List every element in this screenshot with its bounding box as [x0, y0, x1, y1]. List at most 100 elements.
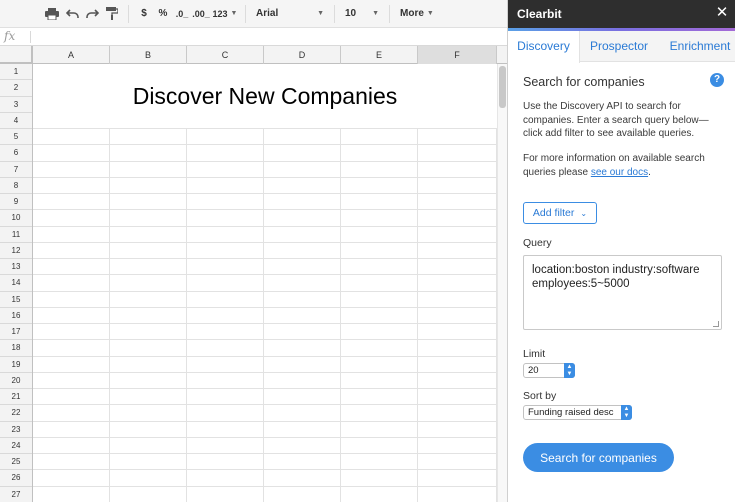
limit-select[interactable]: 20 ▲ ▼: [523, 363, 575, 378]
column-header[interactable]: E: [341, 46, 418, 64]
query-label: Query: [523, 237, 552, 249]
row-header[interactable]: 4: [0, 113, 32, 129]
column-header[interactable]: A: [33, 46, 110, 64]
select-all-corner[interactable]: [0, 46, 33, 64]
tab-enrichment[interactable]: Enrichment: [664, 31, 735, 62]
tab-prospector[interactable]: Prospector: [584, 31, 654, 62]
grid-line: [33, 339, 497, 341]
formula-bar[interactable]: fx: [0, 28, 507, 46]
row-header[interactable]: 6: [0, 145, 32, 162]
up-down-arrows-icon: ▲ ▼: [564, 363, 575, 378]
column-headers: ABCDEF: [0, 46, 507, 64]
help-icon[interactable]: ?: [710, 73, 724, 87]
row-header[interactable]: 5: [0, 129, 32, 146]
grid-line: [109, 129, 110, 502]
decrease-decimal-button[interactable]: .0_: [173, 3, 191, 25]
sidebar-header: Clearbit ✕: [508, 0, 735, 28]
undo-icon[interactable]: [62, 3, 82, 25]
search-companies-button[interactable]: Search for companies: [523, 443, 674, 472]
toolbar-divider: [245, 4, 246, 23]
column-header[interactable]: D: [264, 46, 341, 64]
row-header[interactable]: 17: [0, 324, 32, 341]
row-header[interactable]: 19: [0, 357, 32, 373]
number-format-dropdown[interactable]: 123 ▼: [211, 3, 239, 25]
vertical-scrollbar[interactable]: [497, 64, 507, 502]
spreadsheet-area: $ % .0_ .00_ 123 ▼ Arial ▼ 10 ▼ More ▼ fx AB…: [0, 0, 507, 502]
sidebar-title: Clearbit: [517, 7, 562, 21]
row-header[interactable]: 16: [0, 308, 32, 324]
row-header[interactable]: 18: [0, 340, 32, 357]
grid-line: [33, 144, 497, 146]
query-textarea[interactable]: location:boston industry:software employ…: [523, 255, 722, 330]
sort-select[interactable]: Funding raised desc ▲ ▼: [523, 405, 632, 420]
column-header[interactable]: B: [110, 46, 187, 64]
row-header[interactable]: 22: [0, 405, 32, 422]
font-size-dropdown[interactable]: 10 ▼: [341, 3, 383, 25]
sheet-title: Discover New Companies: [132, 83, 398, 109]
docs-info-text: For more information on available search…: [523, 152, 723, 179]
row-header[interactable]: 10: [0, 210, 32, 227]
row-header[interactable]: 2: [0, 80, 32, 97]
row-header[interactable]: 25: [0, 454, 32, 471]
grid-line: [33, 469, 497, 471]
grid-line: [33, 420, 497, 422]
row-header[interactable]: 1: [0, 64, 32, 81]
grid-line: [33, 290, 497, 292]
grid-line: [33, 355, 497, 357]
row-header[interactable]: 3: [0, 97, 32, 113]
docs-link[interactable]: see our docs: [591, 167, 648, 178]
docs-info-suffix: .: [648, 166, 651, 178]
row-header[interactable]: 26: [0, 470, 32, 487]
grid-line: [33, 323, 497, 324]
grid-line: [263, 129, 264, 502]
row-header[interactable]: 11: [0, 227, 32, 243]
percent-format-button[interactable]: %: [153, 3, 173, 25]
resize-grip-icon[interactable]: [713, 321, 719, 327]
column-header[interactable]: C: [187, 46, 264, 64]
row-header[interactable]: 9: [0, 194, 32, 211]
row-header[interactable]: 23: [0, 422, 32, 438]
redo-icon[interactable]: [82, 3, 102, 25]
sort-label: Sort by: [523, 390, 557, 402]
currency-format-button[interactable]: $: [135, 3, 153, 25]
row-header[interactable]: 12: [0, 243, 32, 259]
scrollbar-thumb[interactable]: [499, 66, 506, 108]
grid-line: [33, 258, 497, 259]
row-header[interactable]: 14: [0, 275, 32, 292]
row-header[interactable]: 8: [0, 178, 32, 194]
limit-value: 20: [528, 365, 539, 376]
grid-line: [340, 129, 341, 502]
up-down-arrows-icon: ▲ ▼: [621, 405, 632, 420]
description-text: Use the Discovery API to search for comp…: [523, 101, 709, 139]
merged-title-cell[interactable]: Discover New Companies: [33, 64, 497, 129]
row-header[interactable]: 13: [0, 259, 32, 276]
print-icon[interactable]: [42, 3, 62, 25]
increase-decimal-button[interactable]: .00_: [191, 3, 211, 25]
grid-line: [33, 209, 497, 211]
grid-line: [33, 225, 497, 227]
cell-grid[interactable]: Discover New Companies: [33, 64, 497, 502]
row-header[interactable]: 15: [0, 292, 32, 308]
row-header[interactable]: 24: [0, 438, 32, 454]
grid-line: [33, 485, 497, 487]
close-icon[interactable]: ✕: [714, 5, 730, 21]
grid-line: [33, 128, 497, 129]
font-family-dropdown[interactable]: Arial ▼: [252, 3, 328, 25]
row-headers: 1 2 3 4 5 6 7 8 9 10 11 12 13 14 15 16 17 18 19 20 21 22 23 24 2…: [0, 64, 33, 502]
row-header[interactable]: 21: [0, 389, 32, 406]
chevron-down-icon: ▼: [317, 10, 324, 17]
grid-line: [33, 241, 497, 243]
add-filter-button[interactable]: Add filter ⌄: [523, 202, 597, 224]
grid-line: [33, 193, 497, 194]
spreadsheet-toolbar: $ % .0_ .00_ 123 ▼ Arial ▼ 10 ▼ More ▼: [0, 0, 507, 28]
column-header[interactable]: F: [418, 46, 497, 64]
row-header[interactable]: 20: [0, 373, 32, 389]
chevron-down-icon: ⌄: [580, 208, 588, 218]
paint-format-icon[interactable]: [102, 3, 122, 25]
row-header[interactable]: 27: [0, 487, 32, 502]
grid-line: [417, 129, 418, 502]
tab-discovery[interactable]: Discovery: [508, 31, 580, 63]
fx-icon: fx: [4, 29, 16, 43]
more-dropdown[interactable]: More ▼: [396, 3, 436, 25]
row-header[interactable]: 7: [0, 162, 32, 178]
